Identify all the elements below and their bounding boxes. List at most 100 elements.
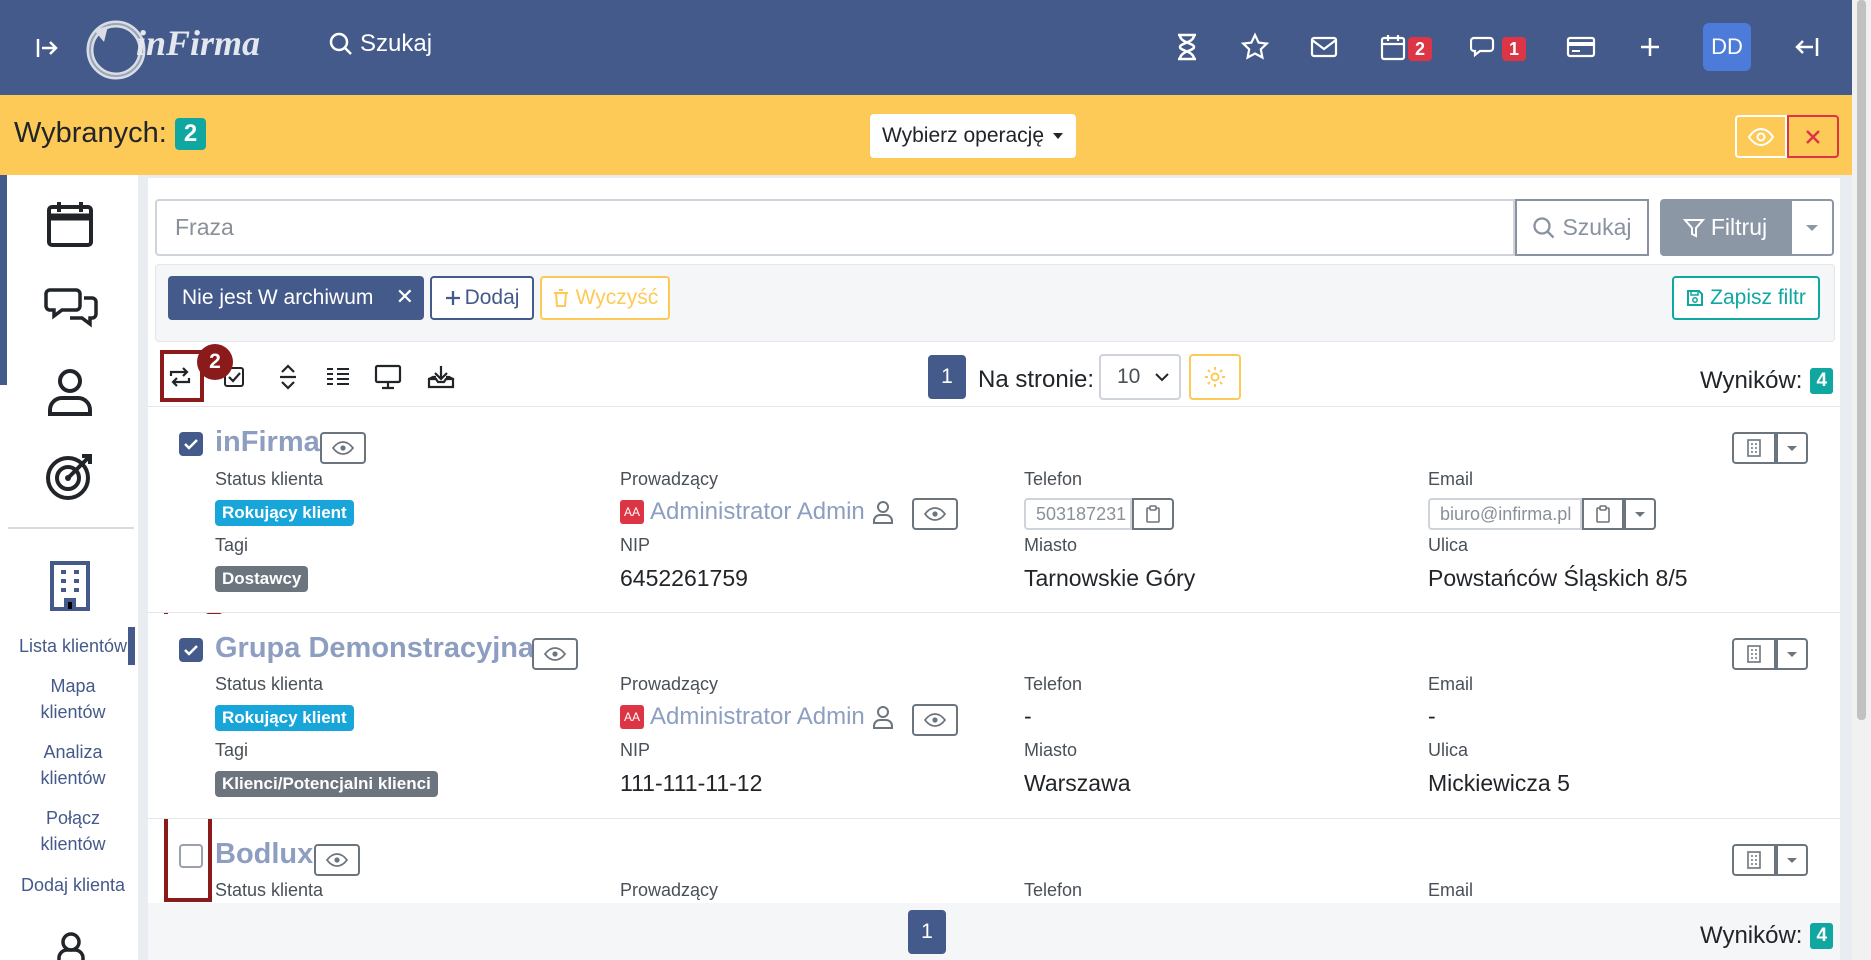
global-search[interactable]: Szukaj <box>328 30 432 58</box>
owner-link[interactable]: AA Administrator Admin <box>620 498 895 526</box>
filter-dropdown-toggle[interactable] <box>1790 199 1834 256</box>
eye-icon <box>332 441 354 455</box>
selection-label: Wybranych: 2 <box>14 117 207 150</box>
add-filter-button[interactable]: Dodaj <box>430 276 534 320</box>
calendar-icon[interactable] <box>1378 32 1408 62</box>
filter-chip-not-archived[interactable]: Nie jest W archiwum ✕ <box>168 276 424 320</box>
client-row-checkbox[interactable] <box>179 432 203 456</box>
logout-icon[interactable] <box>1792 32 1822 62</box>
add-filter-label: Dodaj <box>464 286 520 309</box>
payment-card-icon[interactable] <box>1566 32 1596 62</box>
scrollbar-thumb[interactable] <box>1857 0 1866 720</box>
building-icon[interactable] <box>1732 432 1776 464</box>
client-name-link[interactable]: Bodlux <box>215 838 313 871</box>
copy-phone-button[interactable] <box>1132 498 1174 530</box>
owner-preview-button[interactable] <box>912 704 958 736</box>
list-settings-button[interactable] <box>1189 354 1241 400</box>
user-avatar[interactable]: DD <box>1703 23 1751 71</box>
sidebar-toggle-icon[interactable] <box>32 33 62 63</box>
building-icon[interactable] <box>48 560 100 612</box>
save-filter-button[interactable]: Zapisz filtr <box>1672 276 1820 320</box>
eye-icon <box>924 713 946 727</box>
tag-badge: Dostawcy <box>215 566 309 592</box>
hourglass-icon[interactable] <box>1172 32 1202 62</box>
client-name-link[interactable]: inFirma <box>215 426 320 459</box>
results-label: Wyników: <box>1700 367 1803 394</box>
owner-preview-button[interactable] <box>912 498 958 530</box>
mail-icon[interactable] <box>1309 32 1339 62</box>
client-preview-button[interactable] <box>320 432 366 464</box>
monitor-icon[interactable] <box>374 363 402 391</box>
per-page-select[interactable]: 10 <box>1099 354 1181 400</box>
client-preview-button[interactable] <box>532 638 578 670</box>
client-name-link[interactable]: Grupa Demonstracyjna <box>215 632 534 665</box>
preview-selection-button[interactable] <box>1735 115 1787 158</box>
sidebar-item-client-list[interactable]: Lista klientów <box>8 633 138 659</box>
sidebar-item-client-map[interactable]: Mapa klientów <box>8 673 138 725</box>
download-tray-icon[interactable] <box>427 363 455 391</box>
messages-count-badge: 1 <box>1502 37 1527 61</box>
sidebar-item-client-analysis[interactable]: Analiza klientów <box>8 739 138 791</box>
expand-collapse-icon[interactable] <box>274 363 302 391</box>
person-icon[interactable] <box>44 366 96 418</box>
city-label: Miasto <box>1024 740 1078 760</box>
street-value: Powstańców Śląskich 8/5 <box>1428 565 1688 591</box>
sidebar-item-merge-clients[interactable]: Połącz klientów <box>8 805 138 857</box>
clipboard-icon <box>1146 505 1160 523</box>
chat-icon[interactable] <box>44 282 98 334</box>
choose-operation-dropdown[interactable]: Wybierz operację <box>870 114 1076 158</box>
results-count-badge: 4 <box>1810 923 1834 949</box>
caret-down-icon <box>1635 511 1645 517</box>
email-actions-dropdown[interactable] <box>1624 498 1656 530</box>
email-field[interactable]: biuro@infirma.pl <box>1428 498 1582 530</box>
infirma-logo[interactable]: inFirma <box>84 12 280 84</box>
status-label: Status klienta <box>215 674 324 694</box>
star-icon[interactable] <box>1240 32 1270 62</box>
status-label: Status klienta <box>215 880 324 900</box>
results-label: Wyników: <box>1700 922 1803 949</box>
street-value: Mickiewicza 5 <box>1428 770 1570 796</box>
building-icon[interactable] <box>1732 844 1776 876</box>
sidebar-item-add-client[interactable]: Dodaj klienta <box>8 872 138 898</box>
row-actions-dropdown[interactable] <box>1776 844 1808 876</box>
chevron-down-icon <box>1155 372 1169 381</box>
gear-icon <box>1205 367 1225 387</box>
choose-operation-label: Wybierz operację <box>881 124 1045 147</box>
building-icon[interactable] <box>1732 638 1776 670</box>
selection-label-text: Wybranych: <box>14 117 167 149</box>
status-badge: Rokujący klient <box>215 500 354 526</box>
phrase-input[interactable]: Fraza <box>155 199 1515 256</box>
save-filter-label: Zapisz filtr <box>1710 286 1806 309</box>
person-icon[interactable] <box>56 932 86 960</box>
phone-field[interactable]: 503187231 <box>1024 498 1132 530</box>
page-1-button[interactable]: 1 <box>928 355 966 399</box>
page-1-button-bottom[interactable]: 1 <box>908 910 946 954</box>
nip-value: 111-111-11-12 <box>620 770 763 796</box>
search-button[interactable]: Szukaj <box>1515 199 1649 256</box>
clear-selection-button[interactable] <box>1787 115 1839 158</box>
client-row-checkbox[interactable] <box>179 844 203 868</box>
tags-label: Tagi <box>215 740 249 760</box>
check-icon <box>184 439 198 450</box>
funnel-icon <box>1682 218 1705 238</box>
chat-icon[interactable] <box>1470 32 1500 62</box>
results-count: Wyników: 4 <box>1700 367 1834 395</box>
caret-down-icon <box>1806 224 1818 231</box>
per-page-label: Na stronie: <box>978 366 1095 393</box>
client-preview-button[interactable] <box>314 844 360 876</box>
plus-icon[interactable] <box>1635 32 1665 62</box>
row-actions-dropdown[interactable] <box>1776 638 1808 670</box>
target-icon[interactable] <box>44 450 96 502</box>
copy-email-button[interactable] <box>1582 498 1624 530</box>
eye-icon <box>1748 127 1774 146</box>
close-icon <box>1806 129 1820 144</box>
filter-button[interactable]: Filtruj <box>1660 199 1790 256</box>
client-row-checkbox[interactable] <box>179 638 203 662</box>
remove-filter-icon[interactable]: ✕ <box>396 284 414 310</box>
clear-filters-button[interactable]: Wyczyść <box>540 276 670 320</box>
phone-label: Telefon <box>1024 674 1083 694</box>
row-actions-dropdown[interactable] <box>1776 432 1808 464</box>
calendar-icon[interactable] <box>44 198 96 250</box>
owner-link[interactable]: AA Administrator Admin <box>620 703 895 731</box>
columns-list-icon[interactable] <box>324 363 352 391</box>
